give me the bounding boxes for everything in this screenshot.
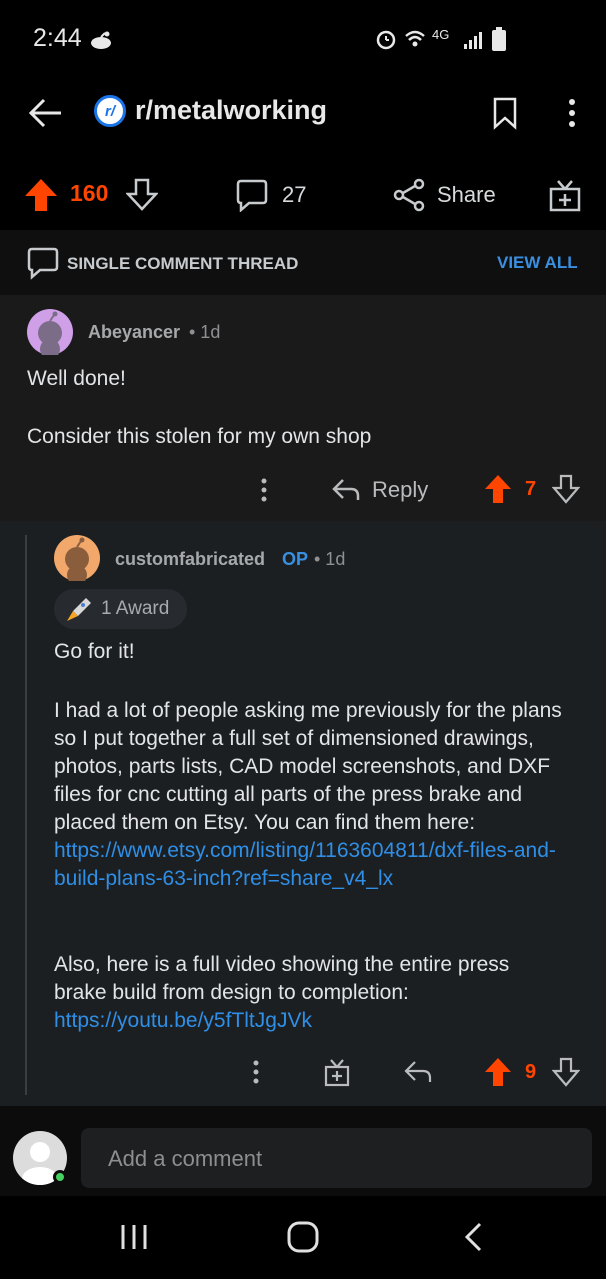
upvote-icon[interactable] bbox=[484, 1057, 512, 1087]
comment-score: 9 bbox=[525, 1061, 537, 1083]
more-options-icon[interactable] bbox=[566, 98, 578, 128]
comment-paragraph: I had a lot of people asking me previous… bbox=[54, 699, 562, 890]
back-icon[interactable] bbox=[463, 1222, 483, 1252]
thread-line[interactable] bbox=[25, 535, 27, 1095]
comment-age: • 1d bbox=[314, 549, 346, 569]
comment-thread-icon bbox=[27, 247, 59, 280]
post-actions-bar: 160 27 Share bbox=[0, 160, 606, 230]
comment-author[interactable]: Abeyancer bbox=[88, 322, 180, 343]
more-options-icon[interactable] bbox=[251, 1059, 261, 1085]
alarm-icon bbox=[376, 30, 396, 50]
app-header: r/ r/metalworking bbox=[0, 78, 606, 158]
comment-text: Well done! bbox=[27, 367, 126, 390]
comment-icon[interactable] bbox=[235, 178, 269, 212]
reply-button[interactable]: Reply bbox=[372, 477, 428, 503]
reply-icon[interactable] bbox=[403, 1060, 433, 1084]
downvote-icon[interactable] bbox=[126, 178, 158, 212]
comment-age: • 1d bbox=[189, 322, 221, 342]
single-thread-banner: SINGLE COMMENT THREAD VIEW ALL bbox=[0, 230, 606, 295]
comment-author[interactable]: customfabricated bbox=[115, 549, 265, 570]
award-gift-icon[interactable] bbox=[548, 177, 582, 213]
avatar[interactable] bbox=[27, 309, 73, 359]
share-icon[interactable] bbox=[392, 178, 426, 212]
award-gift-icon[interactable] bbox=[323, 1057, 351, 1087]
upvote-icon[interactable] bbox=[484, 474, 512, 504]
rocket-award-icon bbox=[67, 598, 91, 621]
comment-card: Abeyancer • 1d Well done! Consider this … bbox=[0, 295, 606, 521]
comment-score: 7 bbox=[525, 478, 537, 500]
network-type-label: 4G bbox=[432, 27, 450, 42]
more-options-icon[interactable] bbox=[259, 477, 269, 503]
recent-apps-icon[interactable] bbox=[119, 1223, 149, 1251]
downvote-icon[interactable] bbox=[552, 474, 580, 504]
clock: 2:44 bbox=[33, 24, 82, 52]
snoo-avatar-icon bbox=[65, 537, 89, 585]
home-icon[interactable] bbox=[287, 1221, 319, 1253]
reply-icon[interactable] bbox=[331, 477, 361, 503]
upvote-icon[interactable] bbox=[24, 178, 58, 212]
online-status-dot bbox=[53, 1170, 67, 1184]
award-badge[interactable]: 1 Award bbox=[54, 589, 187, 629]
thread-label: SINGLE COMMENT THREAD bbox=[67, 254, 299, 273]
comment-paragraph: Also, here is a full video showing the e… bbox=[54, 953, 510, 1032]
op-badge: OP bbox=[282, 549, 309, 569]
comment-composer: Add a comment bbox=[0, 1106, 606, 1196]
comment-card-reply: customfabricated OP • 1d 1 Award Go for … bbox=[0, 521, 606, 1106]
wifi-icon bbox=[405, 30, 425, 47]
back-arrow-icon[interactable] bbox=[28, 98, 64, 128]
subreddit-name[interactable]: r/metalworking bbox=[135, 95, 327, 126]
subreddit-logo[interactable]: r/ bbox=[94, 95, 126, 127]
post-score: 160 bbox=[70, 180, 109, 206]
add-comment-input[interactable]: Add a comment bbox=[81, 1128, 592, 1188]
comment-text: Go for it! bbox=[54, 640, 135, 663]
comment-text: Consider this stolen for my own shop bbox=[27, 425, 372, 448]
battery-icon bbox=[492, 27, 506, 51]
downvote-icon[interactable] bbox=[552, 1057, 580, 1087]
status-bar: 2:44 4G bbox=[0, 0, 606, 78]
bookmark-icon[interactable] bbox=[492, 96, 518, 130]
signal-icon bbox=[464, 32, 482, 49]
view-all-button[interactable]: VIEW ALL bbox=[497, 253, 578, 273]
system-nav-bar bbox=[0, 1196, 606, 1279]
award-count: 1 Award bbox=[101, 598, 170, 619]
avatar[interactable] bbox=[54, 535, 100, 585]
youtube-link[interactable]: https://youtu.be/y5fTltJgJVk bbox=[54, 1009, 312, 1032]
share-button[interactable]: Share bbox=[437, 182, 496, 208]
reddit-notification-icon bbox=[91, 31, 111, 49]
comment-count[interactable]: 27 bbox=[282, 182, 306, 208]
snoo-avatar-icon bbox=[38, 311, 62, 359]
etsy-link[interactable]: https://www.etsy.com/listing/1163604811/… bbox=[54, 839, 556, 890]
